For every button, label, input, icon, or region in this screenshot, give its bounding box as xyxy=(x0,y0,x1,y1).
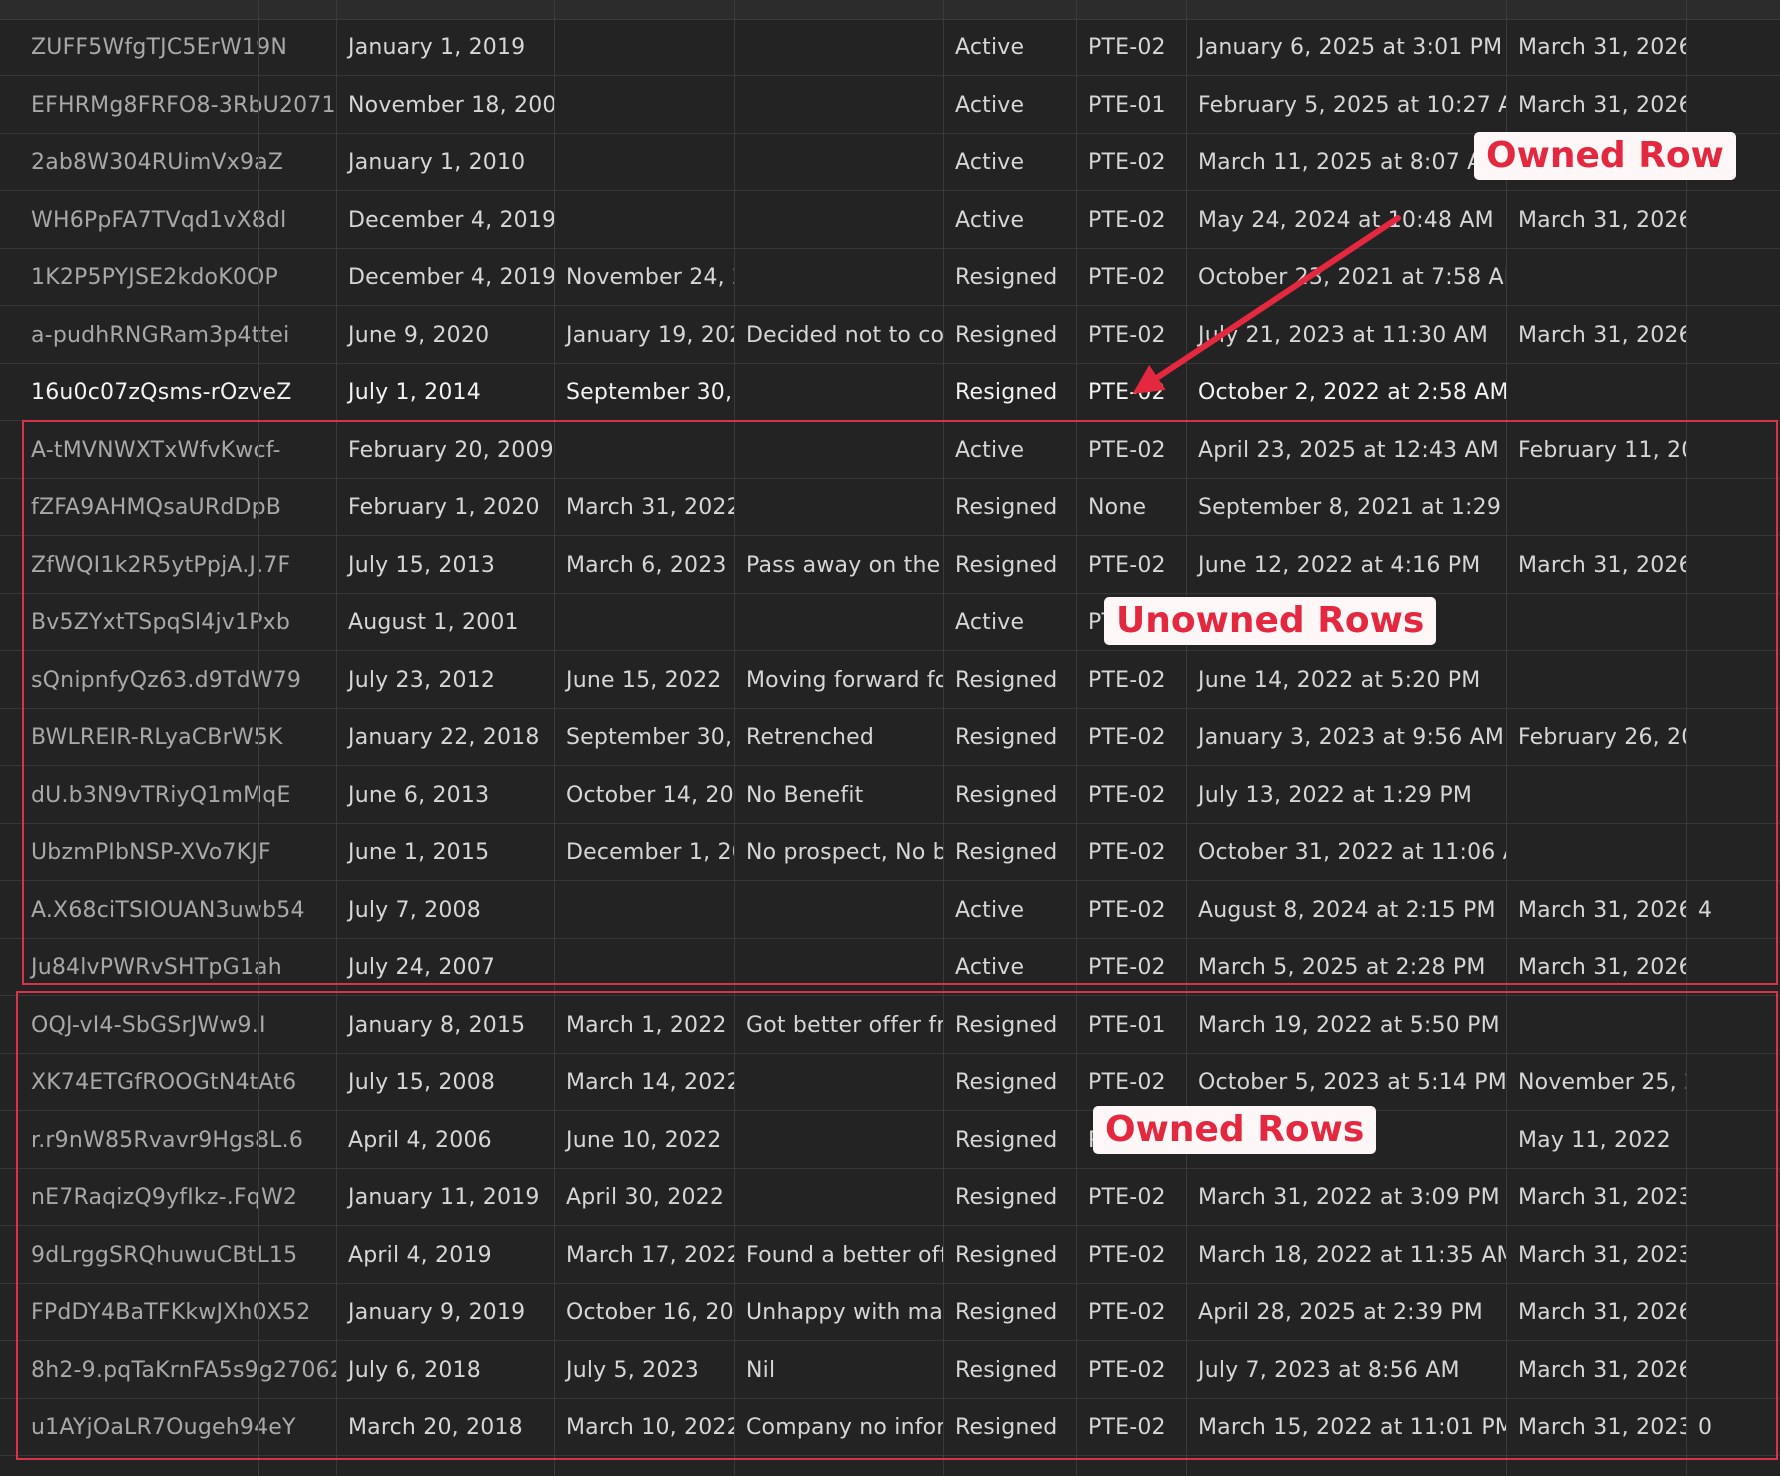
unowned-rows-label: Unowned Rows xyxy=(1104,597,1437,645)
owned-row-label: Owned Row xyxy=(1474,132,1736,180)
arrow-icon xyxy=(1132,215,1401,394)
owned-rows-label: Owned Rows xyxy=(1093,1106,1377,1154)
